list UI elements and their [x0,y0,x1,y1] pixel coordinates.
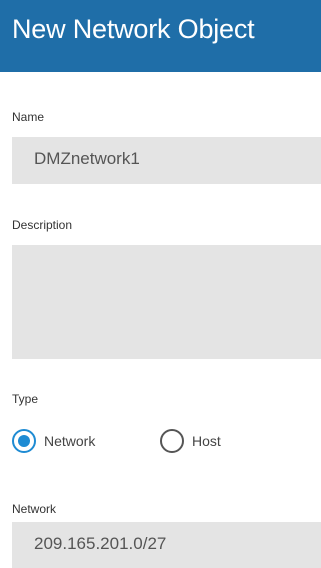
description-textarea[interactable] [12,245,321,359]
name-input[interactable]: DMZnetwork1 [12,137,321,184]
radio-unchecked-icon [160,429,184,453]
network-input-value: 209.165.201.0/27 [34,534,167,553]
type-radio-host-label: Host [192,433,221,449]
network-label: Network [12,502,57,516]
type-radio-group: Network Host [12,428,312,454]
description-label: Description [12,218,73,232]
name-label: Name [12,110,45,124]
type-radio-network-label: Network [44,433,96,449]
type-label: Type [12,392,39,406]
type-radio-network[interactable]: Network [12,428,95,454]
dialog-title: New Network Object [12,14,255,44]
type-radio-host[interactable]: Host [160,428,221,454]
dialog-header: New Network Object [0,0,321,72]
radio-checked-icon [12,429,36,453]
network-input[interactable]: 209.165.201.0/27 [12,522,321,568]
name-input-value: DMZnetwork1 [34,149,140,168]
